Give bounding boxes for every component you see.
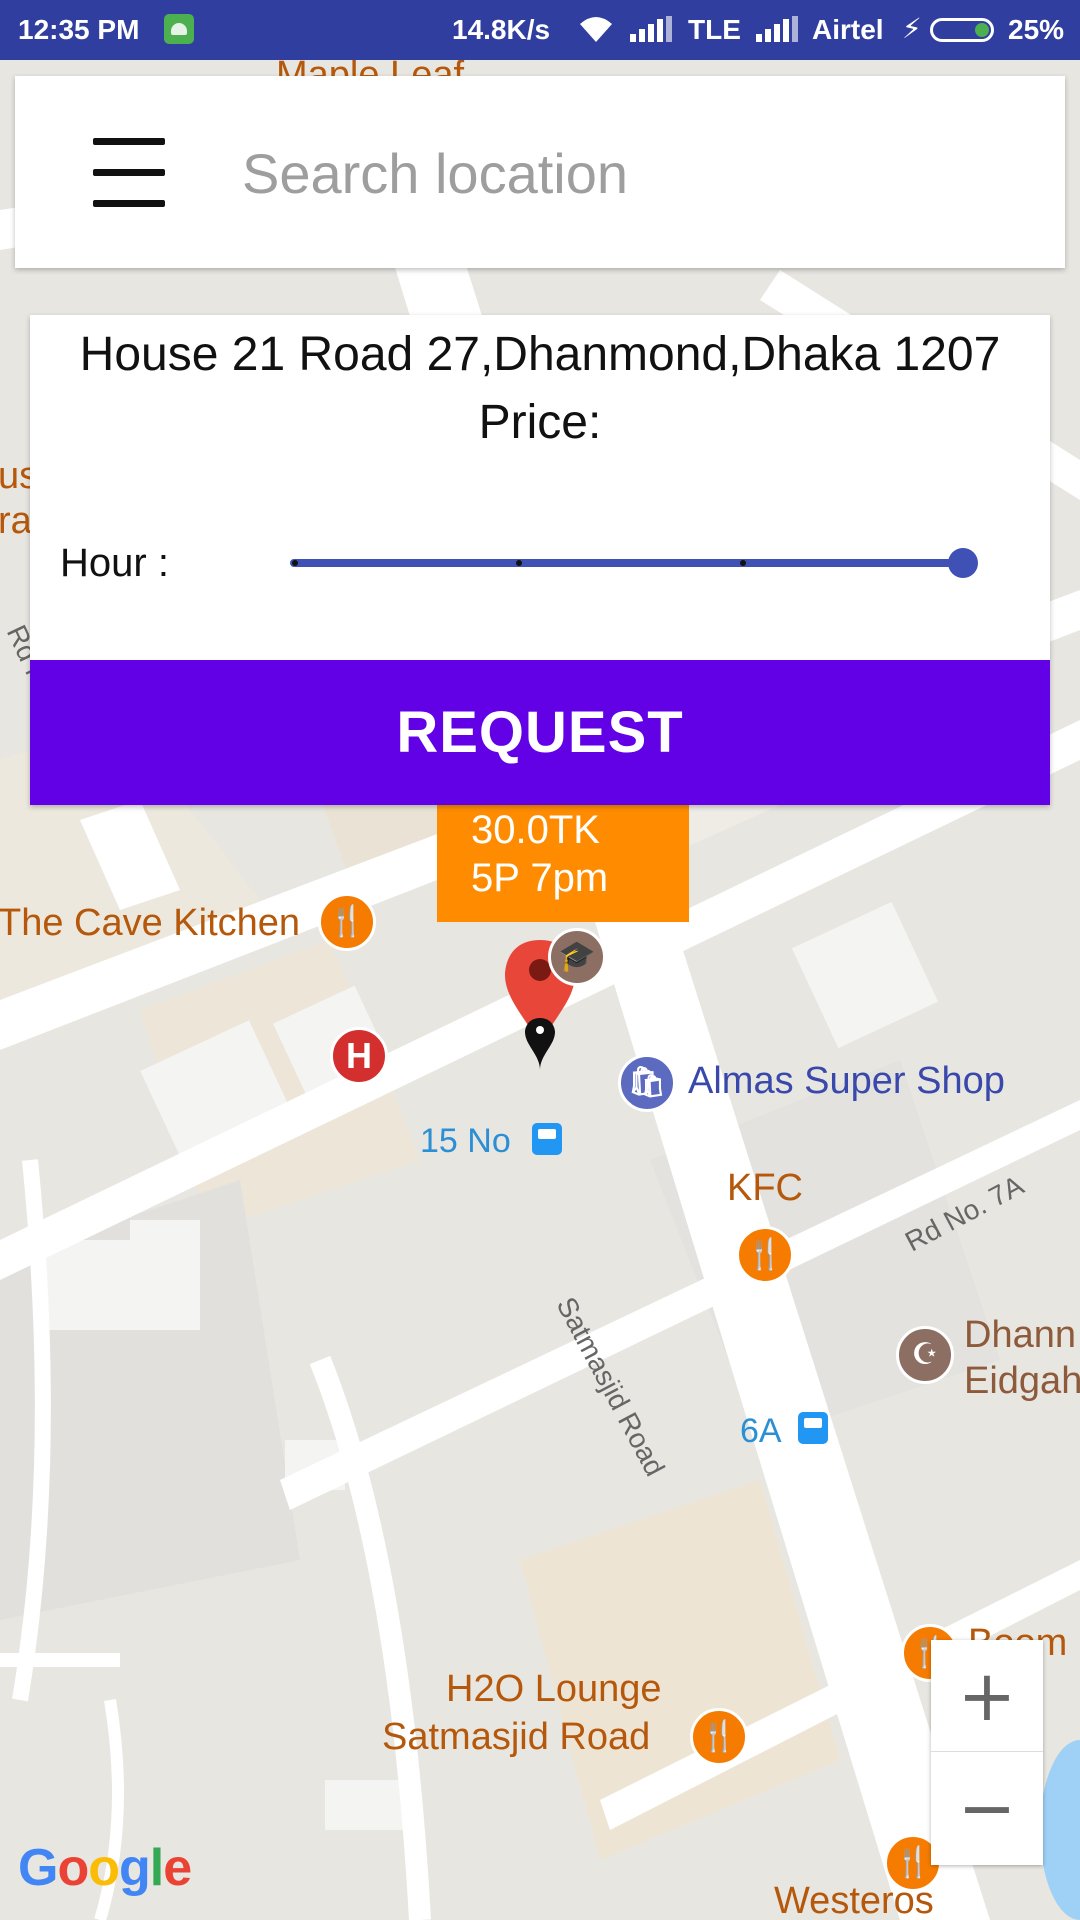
poi-label-kfc[interactable]: KFC xyxy=(727,1167,803,1210)
hospital-icon[interactable]: H xyxy=(330,1027,388,1085)
mosque-icon[interactable]: ☪ xyxy=(896,1326,954,1384)
zoom-in-button[interactable]: + xyxy=(931,1640,1043,1752)
marker-price: 30.0TK xyxy=(471,808,600,852)
menu-icon[interactable] xyxy=(77,138,167,216)
poi-label-eidgah[interactable]: Eidgah xyxy=(964,1360,1080,1403)
hour-slider[interactable] xyxy=(260,539,980,589)
slider-tick xyxy=(292,560,298,566)
zoom-controls: + − xyxy=(931,1640,1043,1865)
carrier-name: Airtel xyxy=(812,14,884,45)
battery-icon xyxy=(930,18,994,42)
bus-icon[interactable] xyxy=(532,1123,562,1155)
slider-tick xyxy=(740,560,746,566)
restaurant-icon[interactable]: 🍴 xyxy=(690,1708,748,1766)
poi-label-cave-kitchen[interactable]: The Cave Kitchen xyxy=(0,902,300,945)
parking-info-card: House 21 Road 27,Dhanmond,Dhaka 1207 Pri… xyxy=(30,315,1050,805)
bus-stop-label[interactable]: 15 No xyxy=(420,1122,511,1161)
slider-track xyxy=(290,559,965,567)
signal-icon xyxy=(756,16,800,49)
status-time: 12:35 PM xyxy=(18,14,140,45)
search-bar xyxy=(15,76,1065,268)
school-icon[interactable]: 🎓 xyxy=(548,928,606,986)
address-text: House 21 Road 27,Dhanmond,Dhaka 1207 xyxy=(79,328,1001,381)
marker-time: 5P 7pm xyxy=(471,856,609,900)
battery-percent: 25% xyxy=(1008,14,1065,45)
shopping-bag-icon[interactable]: 🛍 xyxy=(618,1054,676,1112)
search-input[interactable] xyxy=(240,124,1024,222)
restaurant-icon[interactable]: 🍴 xyxy=(318,893,376,951)
google-logo: Google xyxy=(18,1839,192,1897)
poi-label-westeros[interactable]: Westeros xyxy=(774,1880,934,1920)
price-label: Price: xyxy=(478,396,602,449)
bus-icon[interactable] xyxy=(798,1412,828,1444)
android-notification-icon xyxy=(164,14,194,44)
poi-label-h2o[interactable]: H2O Lounge xyxy=(446,1668,662,1711)
charging-icon: ⚡ xyxy=(902,13,922,44)
network-speed: 14.8K/s xyxy=(452,14,551,45)
request-button[interactable]: REQUEST xyxy=(30,660,1050,805)
poi-label-eidgah[interactable]: Dhann xyxy=(964,1314,1076,1357)
network-type: TLE xyxy=(688,14,741,45)
bus-stop-label[interactable]: 6A xyxy=(740,1412,782,1451)
status-bar: 12:35 PM 14.8K/s TLE Airtel ⚡ 25% xyxy=(0,0,1080,60)
signal-icon xyxy=(630,16,674,49)
poi-label-almas[interactable]: Almas Super Shop xyxy=(688,1060,1005,1103)
hour-label: Hour : xyxy=(60,541,169,585)
restaurant-icon[interactable]: 🍴 xyxy=(736,1226,794,1284)
slider-thumb[interactable] xyxy=(948,548,978,578)
map-label-partial: ra xyxy=(0,500,32,542)
wifi-icon xyxy=(576,14,616,51)
poi-label-h2o[interactable]: Satmasjid Road xyxy=(382,1716,650,1759)
marker-info-window[interactable]: 30.0TK 5P 7pm xyxy=(437,800,689,922)
zoom-out-button[interactable]: − xyxy=(931,1752,1043,1864)
slider-tick xyxy=(516,560,522,566)
